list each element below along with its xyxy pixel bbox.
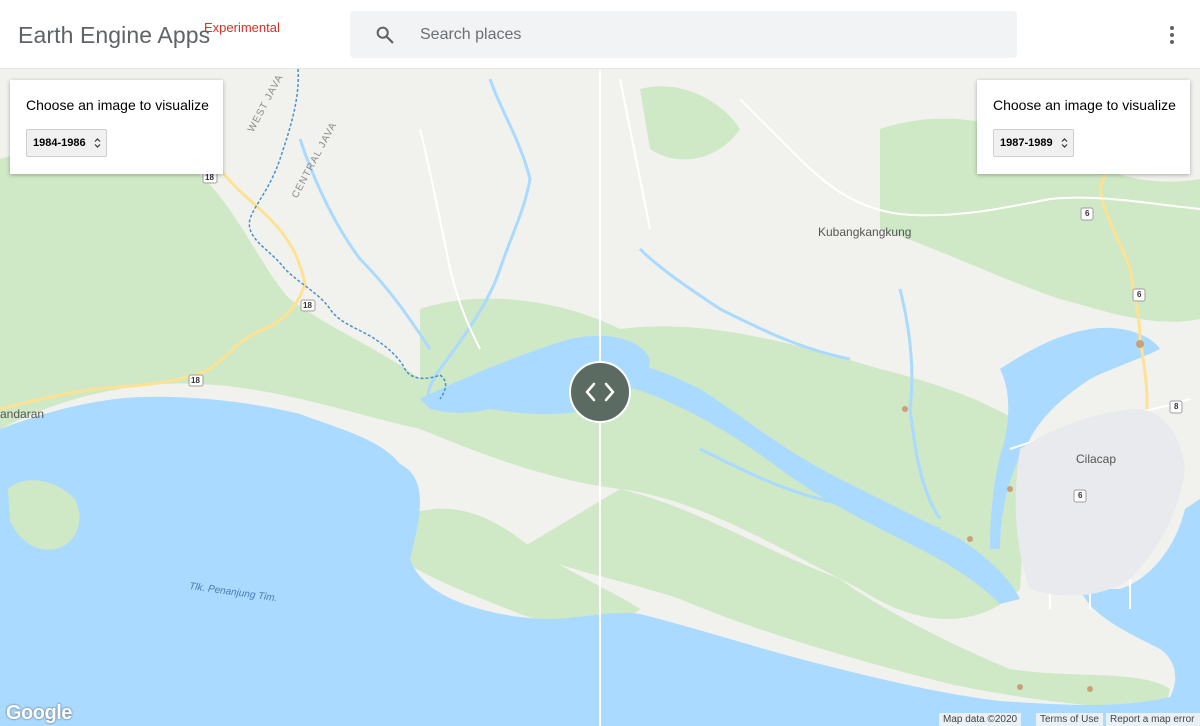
left-panel-heading: Choose an image to visualize	[26, 97, 209, 113]
road-shield-18-a: 18	[205, 173, 214, 182]
terms-of-use-link[interactable]: Terms of Use	[1036, 713, 1103, 726]
road-shield-18-c: 18	[191, 376, 200, 385]
report-map-error-link[interactable]: Report a map error	[1106, 713, 1200, 726]
road-shield-6-c: 6	[1078, 491, 1083, 500]
road-shield-8: 8	[1174, 402, 1179, 411]
app-title: Earth Engine Apps	[18, 22, 211, 48]
map-label-cilacap: Cilacap	[1076, 452, 1117, 466]
right-image-panel: Choose an image to visualize 1987-1989	[977, 80, 1190, 174]
left-image-panel: Choose an image to visualize 1984-1986	[10, 80, 223, 174]
google-logo[interactable]: Google	[6, 702, 72, 725]
search-icon[interactable]	[374, 24, 396, 46]
right-panel-heading: Choose an image to visualize	[993, 97, 1176, 113]
right-image-select[interactable]: 1987-1989	[993, 129, 1074, 157]
right-image-select-value: 1987-1989	[1000, 137, 1053, 149]
road-shield-18-b: 18	[303, 301, 312, 310]
select-arrows-icon	[1061, 138, 1068, 148]
left-image-select-value: 1984-1986	[33, 137, 86, 149]
map-label-kubangkangkung: Kubangkangkung	[818, 225, 912, 239]
experimental-badge: Experimental	[204, 20, 280, 35]
left-image-select[interactable]: 1984-1986	[26, 129, 107, 157]
road-shield-6-b: 6	[1137, 290, 1142, 299]
app-header: Earth Engine Apps Experimental	[0, 0, 1200, 69]
split-slider-handle[interactable]	[569, 361, 631, 423]
code-arrows-icon	[585, 382, 615, 402]
more-vert-icon[interactable]	[1160, 22, 1184, 48]
search-bar[interactable]	[350, 11, 1017, 58]
select-arrows-icon	[94, 138, 101, 148]
search-input[interactable]	[420, 11, 990, 58]
map-data-attribution: Map data ©2020	[939, 713, 1022, 726]
road-shield-6-a: 6	[1085, 209, 1090, 218]
map-label-pangandaran: andaran	[0, 407, 45, 421]
